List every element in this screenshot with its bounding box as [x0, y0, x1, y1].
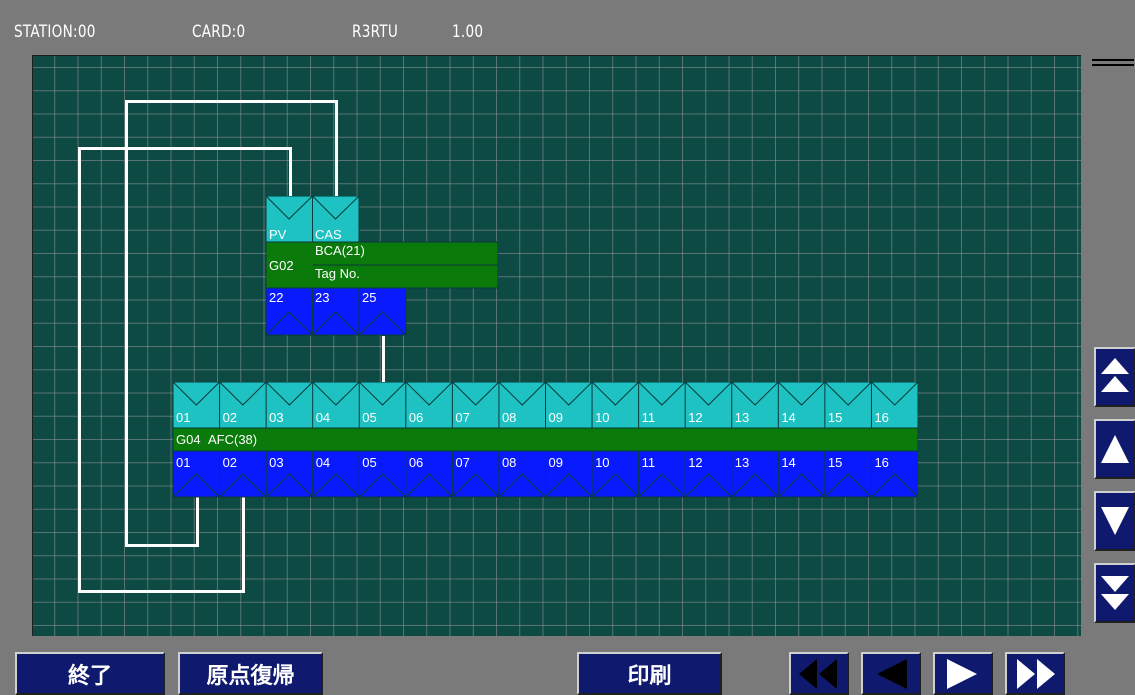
g04-output-08[interactable]: 08: [502, 455, 516, 470]
double-up-arrow-icon: [1101, 358, 1129, 392]
g04-output-04[interactable]: 04: [316, 455, 330, 470]
scroll-top-button[interactable]: [1094, 347, 1135, 407]
g04-output-05[interactable]: 05: [362, 455, 376, 470]
home-position-button[interactable]: 原点復帰: [178, 652, 323, 695]
last-page-button[interactable]: [1005, 652, 1065, 695]
g04-block-name: AFC(38): [208, 432, 258, 447]
g04-input-05[interactable]: 05: [362, 410, 376, 425]
g04-input-10[interactable]: 10: [595, 410, 609, 425]
first-page-button[interactable]: [789, 652, 849, 695]
g04-output-01[interactable]: 01: [176, 455, 190, 470]
g04-input-02[interactable]: 02: [223, 410, 237, 425]
g02-block-name: BCA(21): [315, 243, 365, 258]
g02-input-cas[interactable]: CAS: [315, 227, 342, 242]
right-triangle-icon: [947, 658, 977, 689]
status-header: STATION:00 CARD:0 R3RTU 1.00: [0, 0, 1135, 48]
prev-page-button[interactable]: [861, 652, 921, 695]
g04-output-15[interactable]: 15: [828, 455, 842, 470]
menu-icon[interactable]: [1092, 57, 1134, 69]
g02-input-pv[interactable]: PV: [269, 227, 286, 242]
up-triangle-icon: [1101, 435, 1129, 463]
double-right-arrow-icon: [1017, 658, 1055, 689]
scroll-up-button[interactable]: [1094, 419, 1135, 479]
g04-output-07[interactable]: 07: [455, 455, 469, 470]
g04-output-09[interactable]: 09: [549, 455, 563, 470]
g04-input-13[interactable]: 13: [735, 410, 749, 425]
g04-input-06[interactable]: 06: [409, 410, 423, 425]
g04-input-16[interactable]: 16: [874, 410, 888, 425]
g02-group-label: G02: [269, 258, 294, 273]
print-button-label: 印刷: [627, 663, 672, 689]
g04-input-09[interactable]: 09: [549, 410, 563, 425]
g04-input-12[interactable]: 12: [688, 410, 702, 425]
block-g04[interactable]: G04 AFC(38) 01 01 02 02 03 03 04 04 05 05 06 06 07 07…: [173, 382, 918, 498]
left-triangle-icon: [877, 658, 907, 689]
g04-input-15[interactable]: 15: [828, 410, 842, 425]
g04-input-07[interactable]: 07: [455, 410, 469, 425]
g04-input-08[interactable]: 08: [502, 410, 516, 425]
down-triangle-icon: [1101, 507, 1129, 535]
double-left-arrow-icon: [799, 658, 837, 689]
home-position-button-label: 原点復帰: [206, 663, 295, 689]
g04-input-11[interactable]: 11: [642, 410, 656, 425]
function-block-canvas[interactable]: PV CAS G02 BCA(21) Tag No. 22 23 25 G04 …: [32, 55, 1081, 636]
block-g02[interactable]: PV CAS G02 BCA(21) Tag No. 22 23 25: [266, 196, 498, 336]
g04-output-12[interactable]: 12: [688, 455, 702, 470]
g04-output-06[interactable]: 06: [409, 455, 423, 470]
g04-input-01[interactable]: 01: [176, 410, 190, 425]
block-g02-frame: [266, 196, 498, 336]
g02-output-22[interactable]: 22: [269, 290, 283, 305]
g04-output-16[interactable]: 16: [874, 455, 888, 470]
g04-input-03[interactable]: 03: [269, 410, 283, 425]
g02-tag-label: Tag No.: [315, 266, 360, 281]
g04-output-11[interactable]: 11: [642, 455, 656, 470]
model-label: R3RTU: [352, 22, 399, 42]
g04-input-04[interactable]: 04: [316, 410, 330, 425]
scroll-bottom-button[interactable]: [1094, 563, 1135, 623]
g04-output-13[interactable]: 13: [735, 455, 749, 470]
wire-g02-to-g04: [382, 336, 385, 382]
scroll-down-button[interactable]: [1094, 491, 1135, 551]
version-label: 1.00: [452, 22, 484, 42]
exit-button[interactable]: 終了: [15, 652, 165, 695]
print-button[interactable]: 印刷: [577, 652, 722, 695]
double-down-arrow-icon: [1101, 576, 1129, 610]
g04-output-02[interactable]: 02: [223, 455, 237, 470]
card-label: CARD:0: [192, 22, 246, 42]
g02-output-25[interactable]: 25: [362, 290, 376, 305]
g02-output-23[interactable]: 23: [315, 290, 329, 305]
g04-output-14[interactable]: 14: [781, 455, 795, 470]
block-g04-frame: [173, 382, 918, 498]
next-page-button[interactable]: [933, 652, 993, 695]
g04-input-14[interactable]: 14: [781, 410, 795, 425]
g04-output-10[interactable]: 10: [595, 455, 609, 470]
g04-output-03[interactable]: 03: [269, 455, 283, 470]
exit-button-label: 終了: [67, 663, 112, 689]
g04-group-label: G04: [176, 432, 201, 447]
station-label: STATION:00: [14, 22, 96, 42]
